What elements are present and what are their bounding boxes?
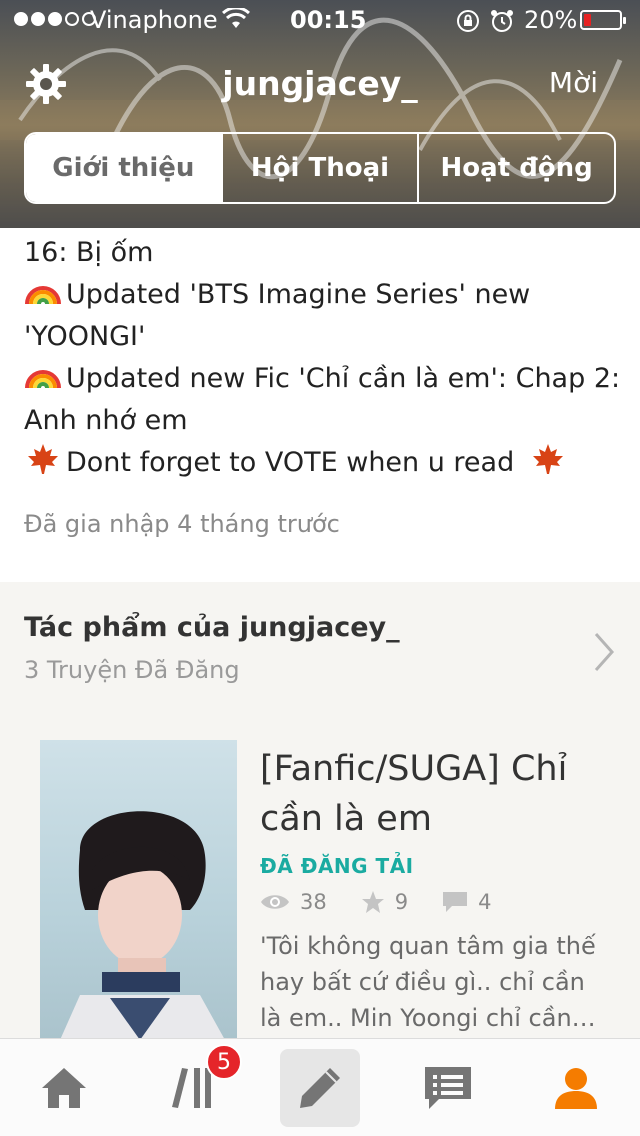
status-time: 00:15 <box>290 6 367 34</box>
about-line: Anh nhớ em <box>24 405 188 436</box>
eye-icon <box>261 895 289 909</box>
story-cover-image[interactable] <box>40 740 237 1040</box>
story-title[interactable]: [Fanfic/SUGA] Chỉ cần là em <box>260 744 600 844</box>
votes-stat: 9 <box>361 890 408 914</box>
rainbow-icon <box>25 370 61 389</box>
message-icon <box>425 1067 471 1109</box>
tab-about[interactable]: Giới thiệu <box>26 134 221 202</box>
profile-username: jungjacey_ <box>222 64 418 103</box>
comments-stat: 4 <box>442 890 491 914</box>
profile-icon <box>555 1068 597 1109</box>
pencil-icon <box>300 1068 340 1108</box>
invite-button[interactable]: Mời <box>549 66 598 99</box>
nav-profile[interactable] <box>536 1049 616 1127</box>
library-notification-badge: 5 <box>206 1044 242 1080</box>
rainbow-icon <box>25 286 61 305</box>
story-description: 'Tôi không quan tâm gia thế hay bất cứ đ… <box>260 932 596 1032</box>
works-title: Tác phẩm của jungjacey_ <box>24 612 400 643</box>
maple-leaf-icon <box>28 444 58 474</box>
tab-activity[interactable]: Hoạt động <box>417 134 614 202</box>
battery-percent: 20% <box>524 6 578 34</box>
rotation-lock-icon <box>457 10 479 32</box>
profile-header: Vinaphone 00:15 20% jungjacey_ Mời Giới … <box>0 0 640 228</box>
views-stat: 38 <box>260 890 327 914</box>
nav-home[interactable] <box>24 1049 104 1127</box>
story-status: ĐÃ ĐĂNG TẢI <box>260 854 414 878</box>
bottom-navigation <box>0 1038 640 1136</box>
works-count: 3 Truyện Đã Đăng <box>24 656 240 684</box>
battery-icon <box>580 10 626 30</box>
nav-messages[interactable] <box>408 1049 488 1127</box>
about-line: 'YOONGI' <box>24 321 146 352</box>
about-line: Updated 'BTS Imagine Series' new <box>24 274 624 316</box>
works-section[interactable] <box>0 582 640 708</box>
about-line: Dont forget to VOTE when u read <box>24 442 624 484</box>
comment-icon <box>443 892 468 912</box>
profile-tabs: Giới thiệu Hội Thoại Hoạt động <box>24 132 616 204</box>
wifi-icon <box>222 8 250 28</box>
tab-conversations[interactable]: Hội Thoại <box>220 134 418 202</box>
joined-date: Đã gia nhập 4 tháng trước <box>24 510 340 538</box>
status-bar: Vinaphone 00:15 20% <box>0 0 640 40</box>
star-icon <box>361 891 384 913</box>
chevron-right-icon[interactable] <box>592 630 616 674</box>
signal-strength-icon <box>14 12 96 26</box>
home-icon <box>42 1068 86 1108</box>
about-line: Updated new Fic 'Chỉ cần là em': Chap 2: <box>24 358 624 400</box>
about-description: 16: Bị ốm Updated 'BTS Imagine Series' n… <box>24 232 624 484</box>
maple-leaf-icon <box>532 444 563 474</box>
carrier-name: Vinaphone <box>90 6 218 34</box>
nav-write[interactable] <box>280 1049 360 1127</box>
alarm-icon <box>491 10 513 32</box>
story-stats: 38 9 4 <box>260 890 525 914</box>
about-line: 16: Bị ốm <box>24 237 154 268</box>
